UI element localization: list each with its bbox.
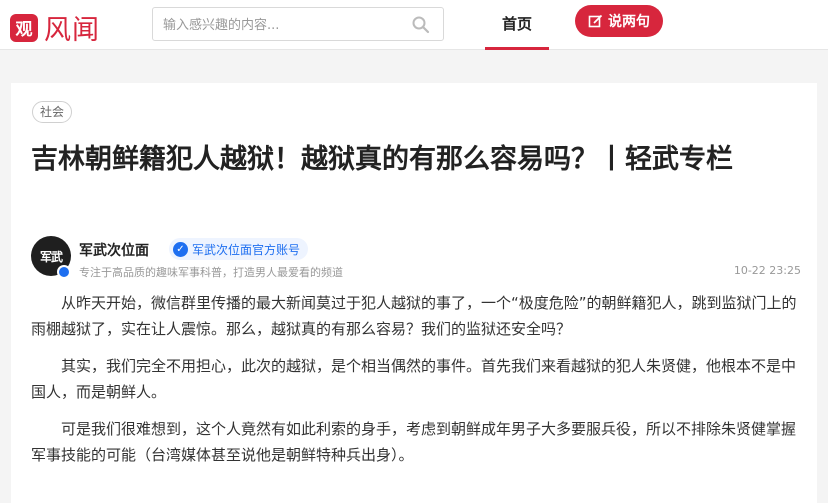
article-paragraph: 从昨天开始，微信群里传播的最大新闻莫过于犯人越狱的事了，一个“极度危险”的朝鲜籍… [31, 294, 797, 338]
category-tag[interactable]: 社会 [32, 101, 73, 123]
site-logo[interactable]: 观 风闻 [10, 8, 100, 47]
article-paragraph: 其实，我们完全不用担心，此次的越狱，是个相当偶然的事件。首先我们来看越狱的犯人朱… [31, 357, 797, 401]
verified-check-icon: ✓ [173, 241, 188, 257]
author-name[interactable]: 军武次位面 [79, 240, 149, 260]
edit-icon [588, 14, 603, 27]
post-comment-button[interactable]: 说两句 [575, 5, 663, 37]
article-paragraph: 可是我们很难想到，这个人竟然有如此利索的身手，考虑到朝鲜成年男子大多要服兵役，所… [31, 420, 797, 464]
logo-badge-icon: 观 [10, 13, 38, 42]
post-button-label: 说两句 [608, 14, 650, 30]
author-description: 专注于高品质的趣味军事科普，打造男人最爱看的频道 [79, 266, 343, 279]
article-card: 社会 吉林朝鲜籍犯人越狱！越狱真的有那么容易吗？丨轻武专栏 军武 军武次位面 ✓… [11, 83, 817, 503]
search-box [152, 7, 444, 41]
search-icon[interactable] [411, 15, 431, 35]
verified-badge-icon [57, 265, 71, 279]
top-navigation-bar: 观 风闻 首页 说两句 [0, 0, 828, 50]
logo-text: 风闻 [44, 15, 100, 46]
article-body: 从昨天开始，微信群里传播的最大新闻莫过于犯人越狱的事了，一个“极度危险”的朝鲜籍… [31, 290, 801, 479]
search-input[interactable] [163, 14, 399, 36]
article-title: 吉林朝鲜籍犯人越狱！越狱真的有那么容易吗？丨轻武专栏 [31, 144, 733, 175]
nav-home-tab[interactable]: 首页 [485, 0, 549, 50]
verified-account-label: ✓ 军武次位面官方账号 [169, 238, 309, 260]
verified-account-text: 军武次位面官方账号 [192, 242, 301, 257]
publish-time: 10-22 23:25 [733, 264, 801, 277]
